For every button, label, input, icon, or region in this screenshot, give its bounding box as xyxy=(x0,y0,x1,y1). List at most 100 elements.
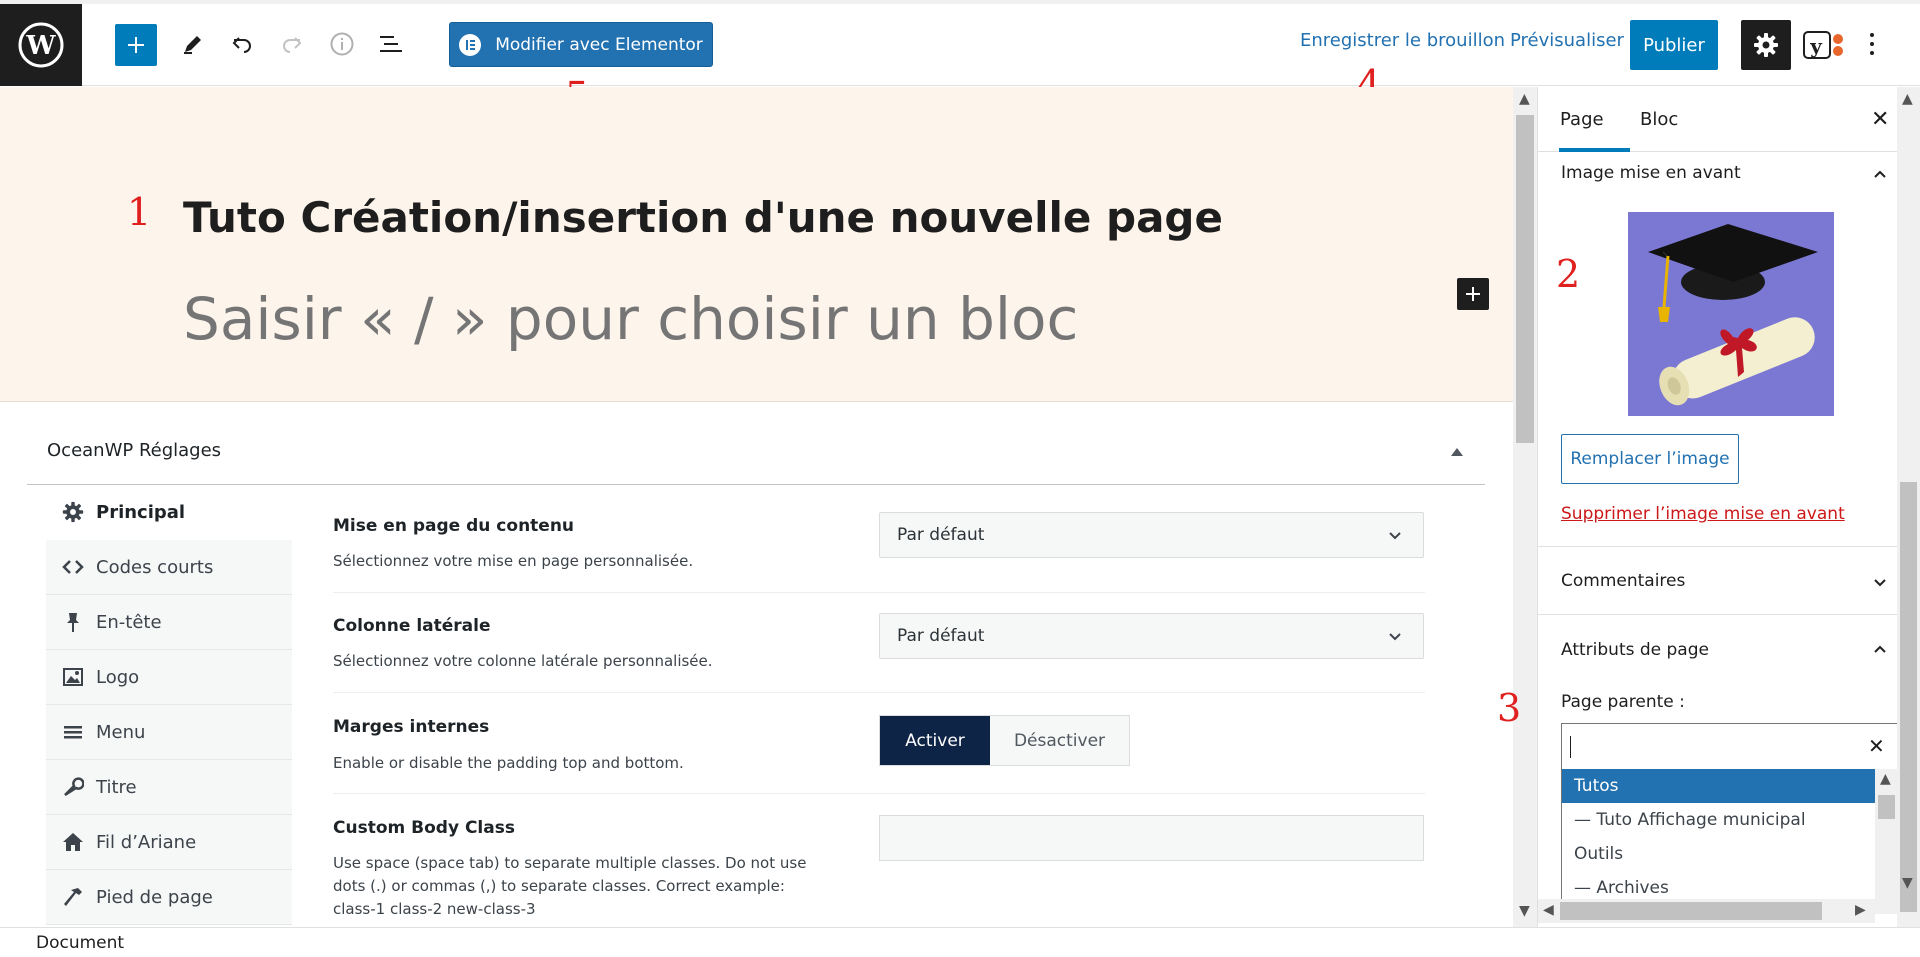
list-view-button[interactable] xyxy=(371,24,411,64)
add-block-button[interactable] xyxy=(115,24,157,66)
plus-icon xyxy=(1466,287,1480,301)
remove-featured-image-link[interactable]: Supprimer l’image mise en avant xyxy=(1561,504,1845,524)
page-title[interactable]: Tuto Création/insertion d'une nouvelle p… xyxy=(183,193,1223,242)
block-placeholder[interactable]: Saisir « / » pour choisir un bloc xyxy=(183,285,1078,353)
nav-item-fil-ariane[interactable]: Fil d’Ariane xyxy=(46,815,292,870)
annotation-marker-2: 2 xyxy=(1556,252,1581,296)
tools-button[interactable] xyxy=(173,24,213,64)
divider xyxy=(1538,614,1898,615)
nav-item-codes-courts[interactable]: Codes courts xyxy=(46,540,292,595)
select-value: Par défaut xyxy=(897,525,985,545)
chevron-up-icon[interactable] xyxy=(1871,640,1889,658)
scrollbar-thumb[interactable] xyxy=(1878,795,1895,819)
field-desc-padding: Enable or disable the padding top and bo… xyxy=(333,754,684,772)
custom-body-class-input[interactable] xyxy=(879,815,1424,861)
scroll-down-icon[interactable]: ▼ xyxy=(1902,875,1913,891)
chevron-down-icon[interactable] xyxy=(1871,573,1889,591)
clear-icon[interactable]: ✕ xyxy=(1868,734,1885,758)
field-desc-sidebar: Sélectionnez votre colonne latérale pers… xyxy=(333,652,713,670)
sidebar-scrollbar[interactable]: ▲ ▼ xyxy=(1897,87,1920,927)
nav-item-label: Codes courts xyxy=(96,556,214,578)
option-tuto-affichage-municipal[interactable]: — Tuto Affichage municipal xyxy=(1562,803,1875,837)
featured-image[interactable] xyxy=(1628,212,1834,416)
nav-item-principal[interactable]: Principal xyxy=(46,485,292,540)
wordpress-icon: W xyxy=(18,22,64,68)
wordpress-logo-button[interactable]: W xyxy=(0,4,82,86)
divider xyxy=(333,592,1425,593)
parent-page-label: Page parente : xyxy=(1561,692,1685,712)
inline-add-block-button[interactable] xyxy=(1457,278,1489,310)
featured-image-panel-title[interactable]: Image mise en avant xyxy=(1561,163,1741,183)
tab-bloc[interactable]: Bloc xyxy=(1640,109,1678,130)
disable-padding-button[interactable]: Désactiver xyxy=(990,716,1129,765)
redo-button[interactable] xyxy=(272,24,312,64)
nav-item-titre[interactable]: Titre xyxy=(46,760,292,815)
nav-item-label: Titre xyxy=(96,776,137,798)
option-tutos[interactable]: Tutos xyxy=(1562,769,1875,803)
nav-item-logo[interactable]: Logo xyxy=(46,650,292,705)
oceanwp-settings-header[interactable]: OceanWP Réglages xyxy=(27,420,1485,485)
divider xyxy=(333,692,1425,693)
options-scrollbar[interactable]: ▲ xyxy=(1875,769,1898,914)
dot xyxy=(1870,51,1874,55)
nav-item-menu[interactable]: Menu xyxy=(46,705,292,760)
editor-toolbar: W Modifier avec Elementor Enregistrer le… xyxy=(0,0,1920,86)
yoast-seo-button[interactable]: y xyxy=(1802,28,1846,62)
scroll-left-icon[interactable]: ◀ xyxy=(1543,902,1554,918)
settings-sidebar: Page Bloc ✕ Image mise en avant Remplace… xyxy=(1537,87,1898,927)
scroll-down-icon[interactable]: ▼ xyxy=(1519,903,1530,919)
undo-button[interactable] xyxy=(222,24,262,64)
preview-button[interactable]: Prévisualiser xyxy=(1510,30,1624,51)
scroll-up-icon[interactable]: ▲ xyxy=(1519,91,1530,107)
more-options-button[interactable] xyxy=(1860,24,1884,64)
menu-icon xyxy=(62,721,84,743)
breadcrumb-document[interactable]: Document xyxy=(36,933,124,953)
settings-button[interactable] xyxy=(1741,20,1791,70)
scrollbar-thumb[interactable] xyxy=(1516,115,1534,443)
select-value: Par défaut xyxy=(897,626,985,646)
nav-item-label: Principal xyxy=(96,501,186,523)
page-attributes-panel-title[interactable]: Attributs de page xyxy=(1561,640,1709,660)
scroll-up-icon[interactable]: ▲ xyxy=(1902,91,1913,107)
gear-icon xyxy=(62,501,84,523)
chevron-down-icon xyxy=(1389,633,1401,641)
chevron-up-icon[interactable] xyxy=(1871,165,1889,183)
hammer-icon xyxy=(62,886,84,908)
close-icon[interactable]: ✕ xyxy=(1871,107,1889,132)
scroll-up-icon[interactable]: ▲ xyxy=(1880,771,1891,787)
content-layout-select[interactable]: Par défaut xyxy=(879,512,1424,558)
replace-image-button[interactable]: Remplacer l’image xyxy=(1561,434,1739,484)
details-button[interactable] xyxy=(322,24,362,64)
sidebar-tabs: Page Bloc ✕ xyxy=(1538,87,1898,152)
sidebar-horizontal-scrollbar[interactable]: ◀ ▶ xyxy=(1538,899,1875,923)
scrollbar-thumb[interactable] xyxy=(1560,902,1822,920)
dot xyxy=(1870,42,1874,46)
sidebar-select[interactable]: Par défaut xyxy=(879,613,1424,659)
oceanwp-settings-nav: Principal Codes courts En-tête Logo Menu… xyxy=(46,485,292,925)
comments-panel-title[interactable]: Commentaires xyxy=(1561,571,1685,591)
publish-button[interactable]: Publier xyxy=(1630,20,1718,70)
elementor-icon xyxy=(459,33,482,56)
undo-icon xyxy=(232,37,251,53)
tab-page[interactable]: Page xyxy=(1560,109,1604,130)
save-draft-button[interactable]: Enregistrer le brouillon xyxy=(1300,30,1505,51)
nav-item-en-tete[interactable]: En-tête xyxy=(46,595,292,650)
text-cursor xyxy=(1570,736,1571,758)
nav-item-pied-de-page[interactable]: Pied de page xyxy=(46,870,292,925)
parent-page-combobox[interactable]: ✕ xyxy=(1561,723,1898,769)
edit-with-elementor-button[interactable]: Modifier avec Elementor xyxy=(449,22,713,67)
active-tab-indicator xyxy=(1559,148,1630,152)
enable-padding-button[interactable]: Activer xyxy=(880,716,990,765)
collapse-arrow-icon[interactable] xyxy=(1451,448,1463,456)
pencil-icon xyxy=(184,36,201,54)
field-label-sidebar: Colonne latérale xyxy=(333,616,491,636)
yoast-icon: y xyxy=(1803,31,1843,59)
gear-icon xyxy=(1754,33,1778,57)
editor-scrollbar[interactable]: ▲ ▼ xyxy=(1513,87,1537,927)
annotation-marker-1: 1 xyxy=(127,190,152,234)
parent-page-options: Tutos — Tuto Affichage municipal Outils … xyxy=(1561,769,1875,914)
scrollbar-thumb[interactable] xyxy=(1900,482,1917,912)
scroll-right-icon[interactable]: ▶ xyxy=(1855,902,1866,918)
option-outils[interactable]: Outils xyxy=(1562,837,1875,871)
nav-item-label: Menu xyxy=(96,721,146,743)
